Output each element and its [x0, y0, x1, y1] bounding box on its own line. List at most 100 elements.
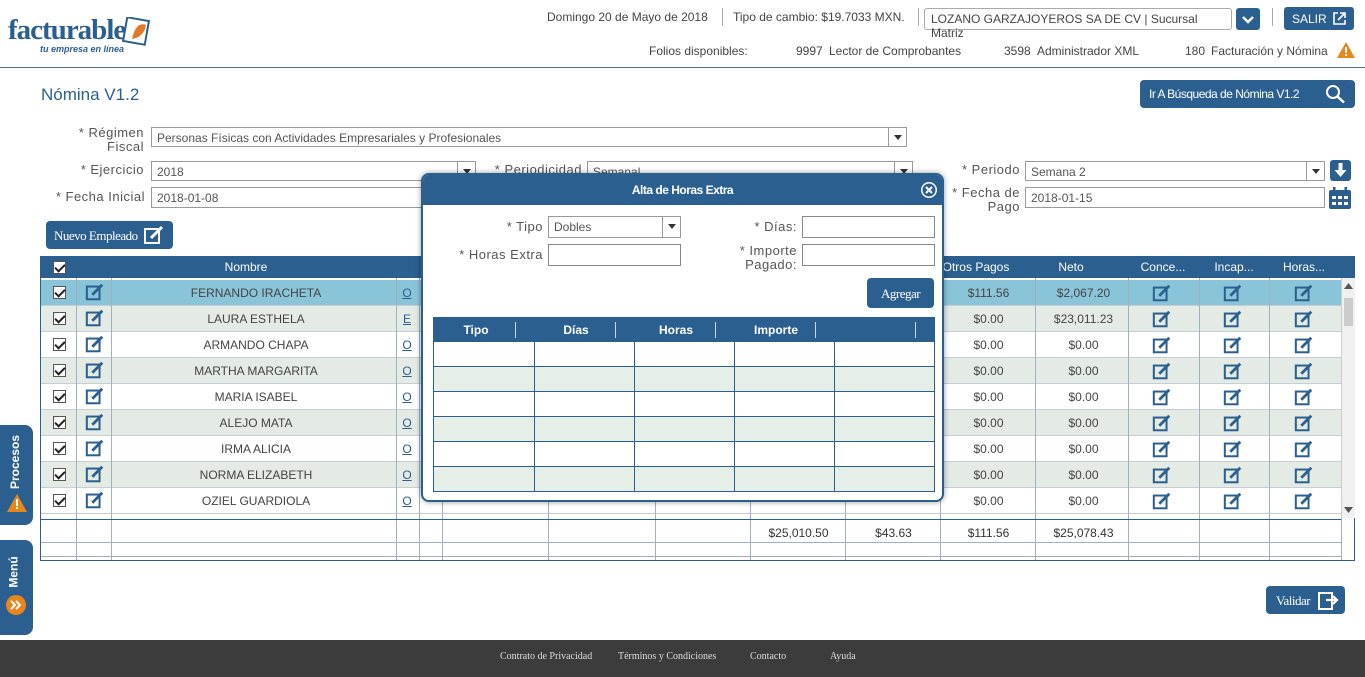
edit-icon[interactable]	[1223, 361, 1243, 381]
edit-icon[interactable]	[1152, 387, 1172, 407]
warning-icon[interactable]	[1336, 41, 1356, 59]
horas-extra-input[interactable]	[548, 244, 681, 266]
column-header-nombre[interactable]: Nombre	[111, 260, 381, 274]
employee-type-link[interactable]: E	[397, 312, 417, 326]
edit-icon[interactable]	[85, 490, 105, 510]
procesos-tab[interactable]: Procesos	[0, 425, 33, 525]
column-header-incapacidades[interactable]: Incap...	[1199, 260, 1269, 274]
row-checkbox[interactable]	[53, 286, 66, 299]
edit-icon[interactable]	[1152, 283, 1172, 303]
edit-icon[interactable]	[1294, 491, 1314, 511]
row-checkbox[interactable]	[53, 312, 66, 325]
edit-icon[interactable]	[85, 360, 105, 380]
edit-icon[interactable]	[85, 308, 105, 328]
download-button[interactable]	[1330, 160, 1351, 181]
edit-icon[interactable]	[1294, 335, 1314, 355]
folio-count: 180	[1185, 44, 1206, 58]
scroll-down-icon[interactable]	[1344, 506, 1353, 514]
tipo-select[interactable]: Dobles	[548, 216, 681, 238]
importe-input[interactable]	[802, 244, 935, 266]
edit-icon[interactable]	[85, 282, 105, 302]
grid-scrollbar[interactable]	[1341, 278, 1355, 518]
edit-icon[interactable]	[1223, 465, 1243, 485]
edit-icon[interactable]	[1152, 439, 1172, 459]
edit-icon[interactable]	[85, 386, 105, 406]
edit-icon[interactable]	[1294, 465, 1314, 485]
edit-icon[interactable]	[85, 438, 105, 458]
column-header-conceptos[interactable]: Conce...	[1128, 260, 1198, 274]
fecha-inicial-input[interactable]: 2018-01-08	[151, 187, 426, 208]
employee-type-link[interactable]: O	[397, 338, 417, 352]
search-nomina-button[interactable]: Ir A Búsqueda de Nómina V1.2	[1140, 80, 1355, 108]
edit-icon[interactable]	[1223, 439, 1243, 459]
edit-icon[interactable]	[1223, 309, 1243, 329]
row-checkbox[interactable]	[53, 468, 66, 481]
edit-icon[interactable]	[1294, 309, 1314, 329]
edit-icon[interactable]	[85, 412, 105, 432]
tipo-value: Dobles	[554, 220, 592, 234]
employee-type-link[interactable]: O	[397, 442, 417, 456]
employee-name: ARMANDO CHAPA	[203, 338, 309, 352]
edit-icon[interactable]	[1294, 361, 1314, 381]
row-checkbox[interactable]	[53, 416, 66, 429]
scroll-up-icon[interactable]	[1344, 282, 1353, 290]
company-dropdown-button[interactable]	[1236, 8, 1260, 30]
logout-button[interactable]: SALIR	[1284, 7, 1354, 30]
employee-type-link[interactable]: O	[397, 390, 417, 404]
edit-icon[interactable]	[85, 334, 105, 354]
edit-icon[interactable]	[1294, 439, 1314, 459]
edit-icon[interactable]	[1152, 413, 1172, 433]
contact-link[interactable]: Contacto	[750, 651, 786, 662]
column-header-neto[interactable]: Neto	[1036, 260, 1106, 274]
validate-button[interactable]: Validar	[1266, 586, 1345, 614]
privacy-link[interactable]: Contrato de Privacidad	[500, 651, 592, 662]
edit-icon[interactable]	[1223, 335, 1243, 355]
edit-icon[interactable]	[85, 464, 105, 484]
col-tipo[interactable]: Tipo	[434, 323, 518, 337]
edit-icon[interactable]	[1294, 283, 1314, 303]
edit-icon[interactable]	[1294, 387, 1314, 407]
table-divider	[634, 342, 635, 492]
column-header-otros-pagos[interactable]: Otros Pagos	[936, 260, 1016, 274]
edit-icon[interactable]	[1152, 491, 1172, 511]
row-checkbox[interactable]	[53, 390, 66, 403]
col-horas[interactable]: Horas	[634, 323, 718, 337]
terms-link[interactable]: Términos y Condiciones	[618, 651, 716, 662]
add-button[interactable]: Agregar	[867, 278, 934, 308]
edit-icon[interactable]	[1152, 465, 1172, 485]
menu-label: Menú	[6, 556, 21, 588]
row-checkbox[interactable]	[53, 364, 66, 377]
edit-icon[interactable]	[1223, 413, 1243, 433]
edit-icon[interactable]	[1152, 309, 1172, 329]
regimen-select[interactable]: Personas Físicas con Actividades Empresa…	[151, 127, 907, 147]
new-employee-button[interactable]: Nuevo Empleado	[46, 221, 173, 249]
close-icon[interactable]	[920, 181, 938, 199]
col-dias[interactable]: Días	[534, 323, 618, 337]
calendar-icon[interactable]	[1328, 186, 1352, 210]
select-all-checkbox[interactable]	[53, 261, 66, 274]
column-header-horas[interactable]: Horas...	[1269, 260, 1339, 274]
scrollbar-thumb[interactable]	[1344, 298, 1353, 326]
edit-icon[interactable]	[1152, 361, 1172, 381]
edit-icon[interactable]	[1152, 335, 1172, 355]
edit-icon[interactable]	[1294, 413, 1314, 433]
edit-icon[interactable]	[1223, 491, 1243, 511]
help-link[interactable]: Ayuda	[830, 651, 856, 662]
fecha-pago-input[interactable]: 2018-01-15	[1025, 187, 1325, 208]
company-selector[interactable]: LOZANO GARZAJOYEROS SA DE CV | Sucursal …	[924, 8, 1232, 40]
periodo-select[interactable]: Semana 2	[1025, 161, 1325, 181]
employee-type-link[interactable]: O	[397, 364, 417, 378]
col-importe[interactable]: Importe	[734, 323, 818, 337]
menu-tab[interactable]: Menú	[0, 540, 33, 635]
row-checkbox[interactable]	[53, 494, 66, 507]
employee-type-link[interactable]: O	[397, 286, 417, 300]
dias-input[interactable]	[802, 216, 935, 238]
row-checkbox[interactable]	[53, 442, 66, 455]
edit-icon[interactable]	[1223, 283, 1243, 303]
employee-type-link[interactable]: O	[397, 494, 417, 508]
logo[interactable]: facturable	[8, 14, 126, 47]
employee-type-link[interactable]: O	[397, 468, 417, 482]
edit-icon[interactable]	[1223, 387, 1243, 407]
employee-type-link[interactable]: O	[397, 416, 417, 430]
row-checkbox[interactable]	[53, 338, 66, 351]
